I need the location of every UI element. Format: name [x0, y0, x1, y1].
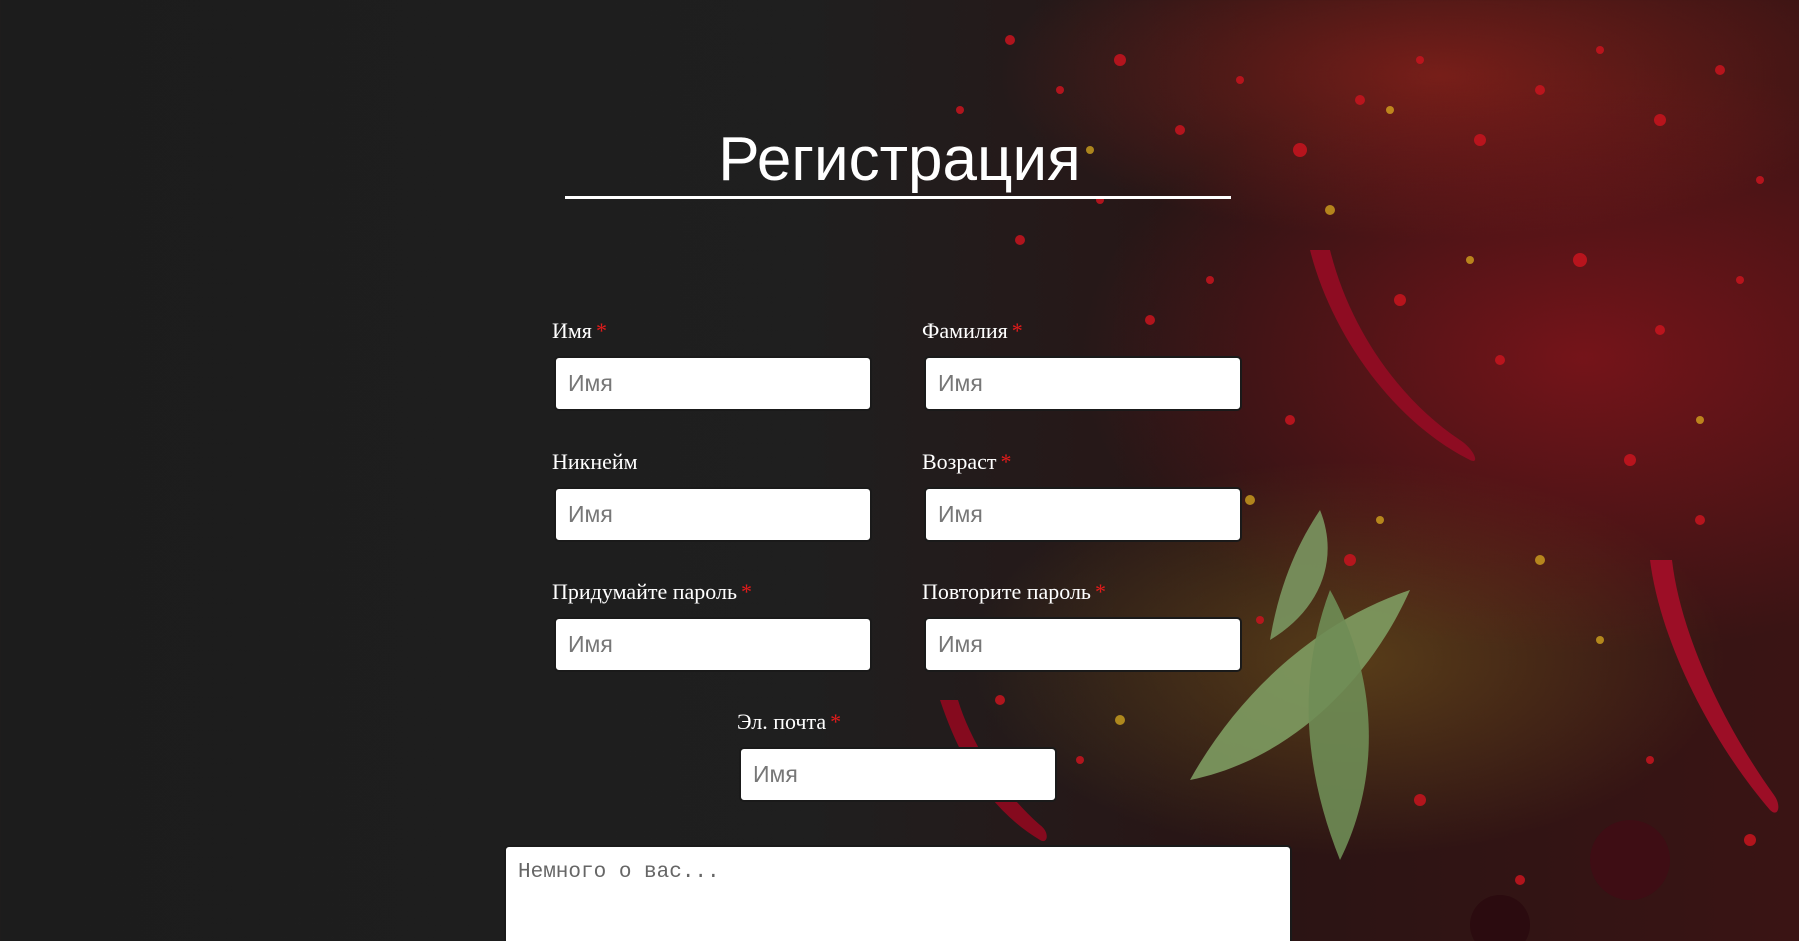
age-field: Возраст *: [922, 449, 1242, 542]
last-name-label: Фамилия *: [922, 318, 1023, 343]
age-label: Возраст *: [922, 449, 1012, 474]
email-field: Эл. почта *: [737, 709, 1057, 802]
password-input[interactable]: [554, 617, 872, 672]
nickname-field: Никнейм: [552, 449, 872, 542]
age-input[interactable]: [924, 487, 1242, 542]
password-field: Придумайте пароль *: [552, 579, 872, 672]
last-name-field: Фамилия *: [922, 318, 1242, 411]
required-marker: *: [595, 318, 607, 343]
password-repeat-field: Повторите пароль *: [922, 579, 1242, 672]
password-repeat-input[interactable]: [924, 617, 1242, 672]
required-marker: *: [830, 709, 842, 734]
title-underline: [565, 196, 1231, 199]
nickname-label: Никнейм: [552, 449, 638, 474]
last-name-input[interactable]: [924, 356, 1242, 411]
page-title: Регистрация: [718, 125, 1081, 194]
email-input[interactable]: [739, 747, 1057, 802]
first-name-field: Имя *: [552, 318, 872, 411]
required-marker: *: [1011, 318, 1023, 343]
password-repeat-label: Повторите пароль *: [922, 579, 1106, 604]
required-marker: *: [1094, 579, 1106, 604]
first-name-label: Имя *: [552, 318, 607, 343]
first-name-input[interactable]: [554, 356, 872, 411]
required-marker: *: [1000, 449, 1012, 474]
about-textarea[interactable]: [504, 845, 1292, 941]
password-label: Придумайте пароль *: [552, 579, 753, 604]
email-label: Эл. почта *: [737, 709, 842, 734]
nickname-input[interactable]: [554, 487, 872, 542]
required-marker: *: [741, 579, 753, 604]
